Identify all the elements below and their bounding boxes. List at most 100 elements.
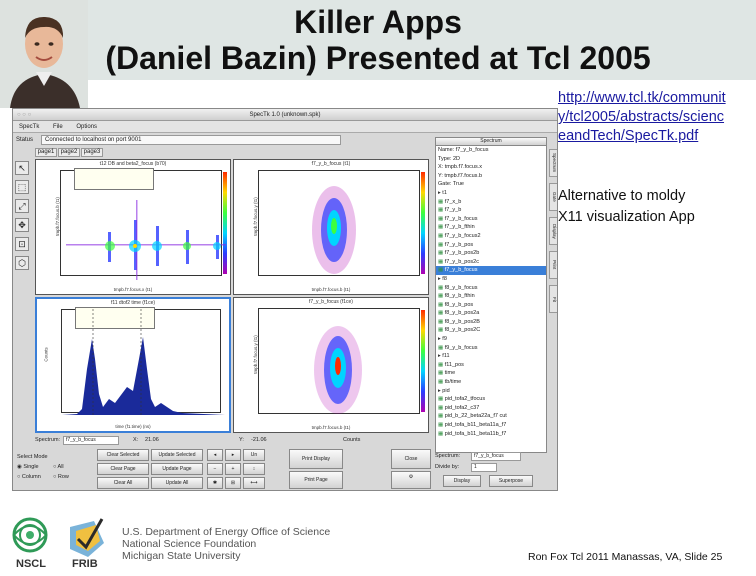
decrease-button[interactable]: − [207,463,223,475]
readout-spectrum-label: Spectrum: [35,437,61,443]
tree-list: ▸ t1 ▦ f7_x_b ▦ f7_y_b ▦ f7_y_b_focus ▦ … [436,189,546,438]
right-spectrum-field[interactable]: f7_y_b_focus [471,452,521,461]
tree-item[interactable]: ▦ f7_y_b_focus [436,215,546,224]
tree-item[interactable]: ▦ tb/time [436,378,546,387]
print-display-button[interactable]: Print Display [289,449,343,469]
plot-panel-3[interactable]: f11 dtof2 time (f1ce) time (f1.time) (ns… [35,297,231,433]
zoom-region-icon[interactable]: ⬚ [15,180,29,194]
menu-file[interactable]: File [47,121,69,133]
tree-item[interactable]: ▸ t1 [436,189,546,198]
tree-item[interactable]: ▦ f8_y_b_pos2a [436,309,546,318]
select-tool-icon[interactable]: ↖ [15,161,29,175]
spectrum-icon: ▦ [438,250,445,257]
options-button[interactable]: ⚙ [391,471,431,489]
update-selected-button[interactable]: Update Selected [151,449,203,461]
tree-item[interactable]: ▸ f9 [436,335,546,344]
tree-item[interactable]: ▦ f7_y_b_pos2b [436,249,546,258]
vtab-gate[interactable]: Gate [549,183,557,211]
plot-3-xlabel: time (f1.time) (ns) [115,424,151,429]
tree-item[interactable]: ▦ f7_y_b [436,206,546,215]
plot-4-scatter [314,326,362,414]
radio-row[interactable]: ○ Row [53,474,69,480]
tree-item[interactable]: ▦ pid_tofa_b11_beta11b_f7 [436,430,546,439]
clear-selected-button[interactable]: Clear Selected [97,449,149,461]
tree-item[interactable]: ▦ pid_tofa2_tfocus [436,395,546,404]
tree-item[interactable]: ▸ f11 [436,352,546,361]
tree-item[interactable]: ▦ f7_y_b_focus [436,266,546,275]
note-line-1: Alternative to moldy [558,188,686,204]
tab-page2[interactable]: page2 [58,148,80,157]
tree-item[interactable]: ▦ pid_tofa2_c37 [436,404,546,413]
pan-right-button[interactable]: ⟷ [243,477,265,489]
abstract-link-line-3[interactable]: eandTech/SpecTk.pdf [558,127,698,146]
increase-button[interactable]: + [225,463,241,475]
vtab-display[interactable]: Display [549,217,557,245]
clear-all-button[interactable]: Clear All [97,477,149,489]
tree-item[interactable]: ▦ f9_y_b_focus [436,344,546,353]
spectrum-icon: ▦ [438,327,445,334]
menu-options[interactable]: Options [70,121,103,133]
tree-item[interactable]: ▦ f7_x_b [436,198,546,207]
tree-item[interactable]: ▦ f8_y_b_pos2B [436,318,546,327]
divide-by-field[interactable]: 1 [471,463,497,472]
radio-single[interactable]: ◉ Single [17,464,39,470]
tree-item[interactable]: ▸ pid [436,387,546,396]
tab-page3[interactable]: page3 [81,148,103,157]
tree-item[interactable]: ▦ f8_y_b_focus [436,284,546,293]
menu-spectk[interactable]: SpecTk [13,121,45,133]
move-icon[interactable]: ✥ [15,218,29,232]
pan-left-button[interactable]: ✱ [207,477,223,489]
tree-item[interactable]: ▦ f8_y_b_pos2C [436,326,546,335]
tree-item[interactable]: ▦ f7_y_b_fthin [436,223,546,232]
spectrum-icon: ▦ [438,215,445,222]
radio-all[interactable]: ○ All [53,464,64,470]
vtab-print[interactable]: Print [549,251,557,279]
vtab-spectrum[interactable]: Spectrum [549,149,557,177]
display-button[interactable]: Display [443,475,481,487]
abstract-link-line-2[interactable]: y/tcl2005/abstracts/scienc [558,108,724,127]
title-line-1: Killer Apps [294,4,462,40]
zoom-fit-button[interactable]: ▸ [225,449,241,461]
tree-item[interactable]: ▦ pid_b_22_beta22a_f7 cut [436,412,546,421]
plot-panel-4[interactable]: f7_y_b_focus (f1ce) tmpb.f7.focus.b (t1)… [233,297,429,433]
spectrum-icon: ▦ [438,293,445,300]
frib-logo-text: FRIB [72,558,98,570]
tree-item[interactable]: ▦ f7_y_b_pos2c [436,258,546,267]
close-button[interactable]: Close [391,449,431,469]
tree-item[interactable]: ▦ f7_y_b_pos [436,241,546,250]
gate-icon[interactable]: ⬡ [15,256,29,270]
plot-panel-2[interactable]: f7_y_b_focus (t1) tmpb.f7.focus.b (t1) t… [233,159,429,295]
tree-item[interactable]: ▦ f8_y_b_fthin [436,292,546,301]
tab-page1[interactable]: page1 [35,148,57,157]
abstract-link-line-1[interactable]: http://www.tcl.tk/communit [558,89,726,108]
radio-column[interactable]: ○ Column [17,474,41,480]
spectrum-tree[interactable]: Name: f7_y_b_focus Type: 2D X: tmpb.f7.foc… [435,145,547,453]
unzoom-button[interactable]: Un [243,449,265,461]
update-page-button[interactable]: Update Page [151,463,203,475]
print-page-button[interactable]: Print Page [289,471,343,489]
tree-item[interactable]: ▦ f11_pos [436,361,546,370]
pan-grid-button[interactable]: ⊞ [225,477,241,489]
center-icon[interactable]: ⊡ [15,237,29,251]
clear-page-button[interactable]: Clear Page [97,463,149,475]
spectrum-icon: ▦ [438,361,445,368]
tree-item-label: f7_y_b [444,207,462,214]
scale-button[interactable]: ↕ [243,463,265,475]
tree-item[interactable]: ▦ f8_y_b_pos [436,301,546,310]
vtab-fit[interactable]: Fit [549,285,557,313]
presenter-photo [0,0,88,108]
plot-panel-1[interactable]: t12 DB and beta2_focus (b70) tmpb.f7.foc… [35,159,231,295]
tree-item-label: f11 [442,353,450,360]
spectrum-icon: ▦ [438,413,445,420]
spectrum-icon: ▦ [438,284,445,291]
tree-item[interactable]: ▦ pid_tofa_b11_beta11a_f7 [436,421,546,430]
tree-item[interactable]: ▸ f8 [436,275,546,284]
superpose-button[interactable]: Superpose [489,475,533,487]
expand-icon[interactable]: ⤢ [15,199,29,213]
window-controls-icon[interactable]: ○ ○ ○ [17,109,31,121]
spectrum-info-line: X: tmpb.f7.focus.x [438,164,483,171]
update-all-button[interactable]: Update All [151,477,203,489]
tree-item[interactable]: ▦ f7_y_b_focus2 [436,232,546,241]
tree-item[interactable]: ▦ time [436,369,546,378]
zoom-in-button[interactable]: ◂ [207,449,223,461]
